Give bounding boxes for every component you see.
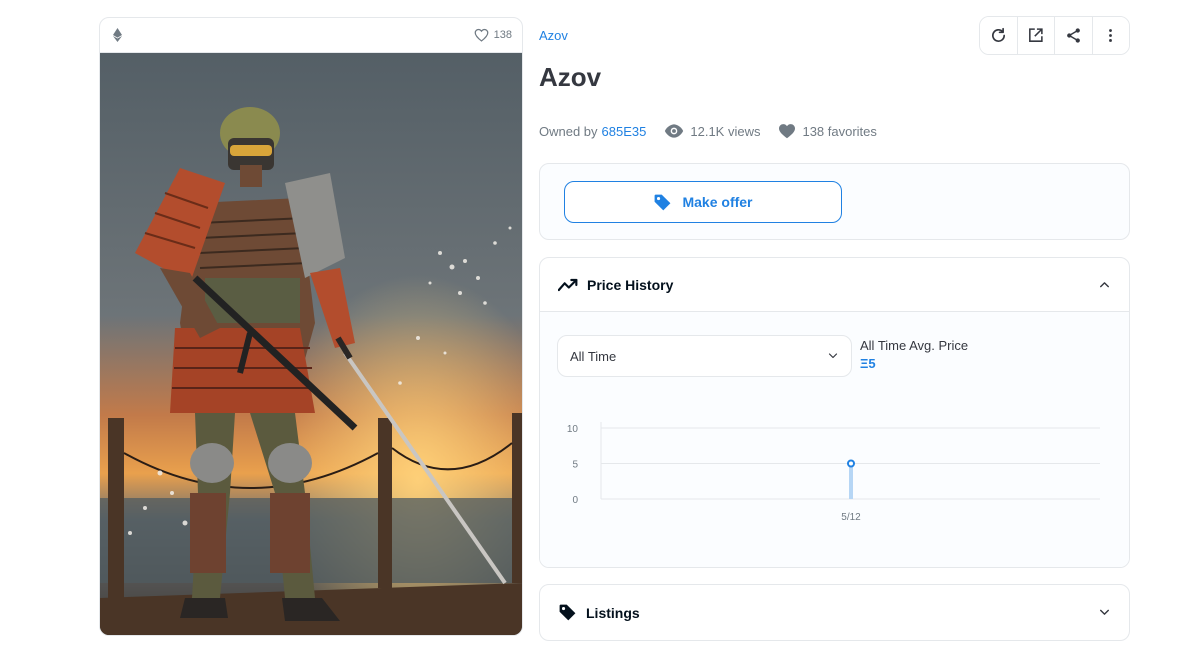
heart-icon — [779, 124, 796, 139]
y-tick-label: 0 — [572, 495, 578, 506]
price-history-body: 0 5 10 5/12 All Time All Time Avg. Price Ξ5 — [540, 312, 1129, 567]
price-history-title: Price History — [587, 276, 674, 293]
x-tick-label: 5/12 — [841, 512, 861, 523]
share-icon — [1066, 28, 1080, 43]
owner-link[interactable]: 685E35 — [602, 124, 647, 139]
media-card: 138 — [99, 17, 523, 636]
more-vertical-icon — [1109, 29, 1113, 42]
refresh-button[interactable] — [980, 17, 1018, 54]
external-link-icon — [1029, 28, 1043, 42]
item-title: Azov — [539, 62, 602, 92]
chevron-up-icon[interactable] — [1098, 278, 1111, 291]
more-options-button[interactable] — [1092, 17, 1129, 54]
listings-title: Listings — [586, 604, 640, 621]
offer-panel: Make offer — [539, 163, 1130, 240]
make-offer-button[interactable]: Make offer — [564, 181, 842, 223]
tag-icon — [559, 604, 576, 621]
chevron-down-icon — [828, 353, 838, 359]
price-history-panel: Price History 0 5 10 5/12 All Time All Time… — [539, 257, 1130, 568]
item-meta-row: Owned by 685E35 12.1K views 138 favorite… — [539, 121, 877, 141]
nft-artwork-image[interactable] — [100, 53, 523, 636]
avg-price-label: All Time Avg. Price — [860, 338, 969, 353]
item-toolbar — [979, 16, 1130, 55]
external-link-button[interactable] — [1017, 17, 1055, 54]
ethereum-icon — [110, 28, 124, 42]
heart-outline-icon — [474, 28, 489, 42]
price-history-header[interactable]: Price History — [540, 258, 1129, 312]
media-header: 138 — [100, 18, 522, 53]
trending-line-icon — [558, 278, 578, 291]
listings-panel[interactable]: Listings — [539, 584, 1130, 641]
volume-bar — [849, 463, 853, 499]
views-count: 12.1K views — [690, 123, 761, 139]
favorites-stat: 138 favorites — [778, 123, 877, 139]
chevron-down-icon[interactable] — [1098, 606, 1111, 619]
owned-by-label: Owned by — [539, 123, 598, 139]
y-tick-label: 10 — [567, 424, 579, 435]
views-stat: 12.1K views — [664, 124, 760, 139]
refresh-icon — [991, 27, 1005, 42]
share-button[interactable] — [1055, 17, 1093, 54]
tag-icon — [655, 194, 671, 210]
eye-icon — [665, 124, 684, 138]
favorite-button[interactable]: 138 — [474, 28, 512, 42]
collection-link[interactable]: Azov — [539, 28, 568, 43]
period-select[interactable]: All Time — [557, 335, 852, 377]
make-offer-label: Make offer — [682, 194, 753, 210]
favorite-count: 138 — [493, 29, 512, 41]
period-select-value: All Time — [570, 348, 617, 364]
y-tick-label: 5 — [572, 460, 578, 471]
favorites-count: 138 favorites — [802, 123, 877, 139]
price-point — [847, 459, 855, 468]
avg-price-value: Ξ5 — [860, 356, 876, 371]
